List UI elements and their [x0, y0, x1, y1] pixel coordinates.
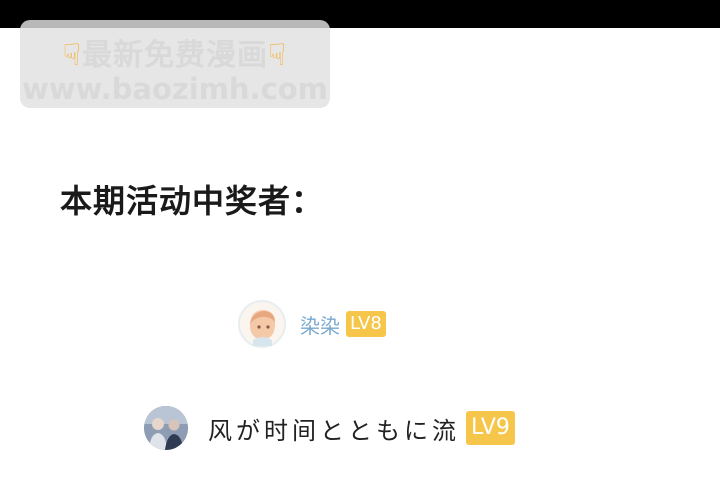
level-badge: LV9 — [466, 411, 515, 445]
watermark-line1: ☟最新免费漫画☟ — [20, 30, 330, 74]
winner-name[interactable]: 染染 — [300, 310, 340, 339]
winner-item: 风が时间とともに流 LV9 — [144, 406, 515, 450]
watermark-url: www.baozimh.com — [22, 72, 328, 106]
anime-girl-avatar-icon — [238, 300, 286, 348]
watermark-title: 最新免费漫画 — [82, 38, 268, 73]
page-heading: 本期活动中奖者： — [60, 182, 325, 220]
level-badge: LV8 — [346, 311, 386, 337]
winner-name[interactable]: 风が时间とともに流 — [208, 411, 460, 446]
avatar[interactable] — [238, 300, 286, 348]
people-photo-avatar-icon — [144, 406, 188, 450]
pointing-down-hand-icon: ☟ — [62, 38, 82, 73]
watermark-box: ☟最新免费漫画☟ www.baozimh.com — [20, 20, 330, 108]
winner-item: 染染 LV8 — [238, 300, 386, 348]
pointing-down-hand-icon: ☟ — [268, 38, 288, 73]
avatar[interactable] — [144, 406, 188, 450]
